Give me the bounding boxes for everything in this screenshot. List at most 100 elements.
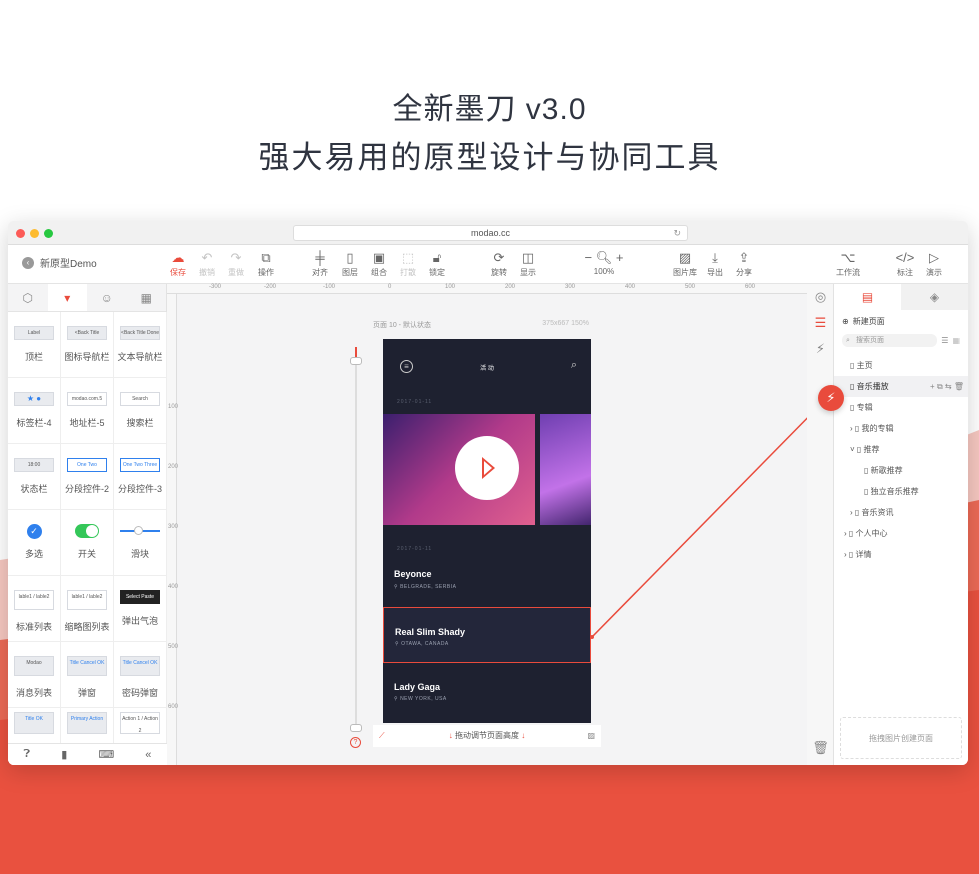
grid-view-icon[interactable]: ▦ (952, 336, 960, 345)
widget-dialog[interactable]: Title Cancel OK 弹窗 (61, 642, 114, 708)
trash-icon[interactable]: 🗑︎ (807, 735, 834, 761)
help-icon[interactable]: ❓︎ (24, 748, 31, 761)
widget-tabbar[interactable]: ★ ● 标签栏-4 (8, 378, 61, 444)
sliders-icon[interactable]: ☰ (807, 310, 834, 336)
tree-item[interactable]: ▯ 新歌推荐 (834, 460, 968, 481)
close-dot[interactable] (16, 229, 25, 238)
event-artist: Lady Gaga (394, 682, 441, 692)
zoom-control[interactable]: − 🔍︎ + 100% (576, 249, 632, 276)
widget-checkbox[interactable]: ✓ 多选 (8, 510, 61, 576)
tab-layout[interactable]: ▦ (127, 284, 167, 311)
swap-icon[interactable]: ⇆ (945, 382, 952, 391)
tree-item-selected[interactable]: ▯ 音乐播放 + ⧉ ⇆ 🗑︎ (834, 376, 968, 397)
phone-search-icon[interactable]: ⌕ (571, 359, 577, 372)
duplicate-icon[interactable]: ⧉ (937, 382, 943, 391)
tree-item[interactable]: ▯ 专辑 (834, 397, 968, 418)
maximize-dot[interactable] (44, 229, 53, 238)
image-icon[interactable]: ▨ (587, 725, 595, 747)
slider-handle-bottom[interactable] (350, 724, 362, 732)
widget-standard-list[interactable]: lable1 / lable2 标准列表 (8, 576, 61, 642)
rotate-button[interactable]: ⟳ 旋转 (484, 249, 514, 278)
widget-searchbar[interactable]: Search 搜索栏 (114, 378, 167, 444)
widget-segment-3[interactable]: One Two Three 分段控件-3 (114, 444, 167, 510)
book-icon[interactable]: ▮ (61, 748, 67, 761)
event-item[interactable]: Beyonce ⚲ BELGRADE, SERBIA (383, 552, 591, 606)
tab-basic[interactable]: ⬡ (8, 284, 48, 311)
collapse-icon[interactable]: « (145, 749, 151, 761)
tab-pages[interactable]: ▤ (834, 284, 901, 310)
canvas-area[interactable]: -300 -200 -100 0 100 200 300 400 500 600… (167, 284, 807, 765)
chevron-down-icon[interactable]: ˅ (850, 445, 857, 454)
zoom-in-icon[interactable]: + (616, 250, 624, 265)
tree-item[interactable]: ▯ 主页 (834, 355, 968, 376)
layers-button[interactable]: ▯ 图层 (335, 249, 365, 278)
widget-statusbar[interactable]: 18:00 状态栏 (8, 444, 61, 510)
widget-topbar[interactable]: Label 顶栏 (8, 312, 61, 378)
workflow-button[interactable]: ⌥ 工作流 (833, 249, 863, 278)
widget-popover[interactable]: Select Paste 弹出气泡 (114, 576, 167, 642)
ungroup-icon: ⬚ (401, 250, 415, 265)
delete-icon[interactable]: 🗑︎ (954, 382, 964, 391)
tree-item[interactable]: › ▯ 个人中心 (834, 523, 968, 544)
widget-label: 滑块 (130, 549, 149, 559)
redo-button[interactable]: ↷ 重做 (221, 249, 251, 278)
lightning-icon[interactable]: ⚡︎ (807, 336, 834, 362)
refresh-icon[interactable]: ↻ (673, 226, 681, 240)
search-input[interactable]: ⌕ 搜索页面 (842, 333, 938, 347)
operate-button[interactable]: ⧉ 操作 (251, 249, 281, 278)
export-button[interactable]: ⤓ 导出 (700, 249, 730, 278)
page-icon: ▯ (854, 424, 862, 433)
image-drop-zone[interactable]: 拖拽图片创建页面 (840, 717, 962, 759)
ungroup-button[interactable]: ⬚ 打散 (393, 249, 423, 278)
widget-icon-navbar[interactable]: <Back Title 图标导航栏 (61, 312, 114, 378)
undo-button[interactable]: ↶ 撤销 (192, 249, 222, 278)
widget-text-navbar[interactable]: <Back Title Done 文本导航栏 (114, 312, 167, 378)
tab-emoji[interactable]: ☺ (87, 284, 127, 311)
add-icon[interactable]: + (930, 382, 935, 391)
phone-screen[interactable]: ≡ 活 动 ⌕ 2017-01-11 2017-01-11 Beyonce ⚲ … (383, 339, 591, 723)
widget-switch[interactable]: 开关 (61, 510, 114, 576)
tree-item[interactable]: › ▯ 我的专辑 (834, 418, 968, 439)
widget-slider[interactable]: 滑块 (114, 510, 167, 576)
widget-addressbar[interactable]: modao.com.5 地址栏-5 (61, 378, 114, 444)
help-circle-icon[interactable]: ? (350, 737, 361, 748)
list-view-icon[interactable]: ☰ (941, 336, 948, 345)
target-icon[interactable]: ◎ (807, 284, 834, 310)
tree-item[interactable]: › ▯ 音乐资讯 (834, 502, 968, 523)
image-library-button[interactable]: ▨ 图片库 (670, 249, 700, 278)
tree-item[interactable]: ▯ 独立音乐推荐 (834, 481, 968, 502)
tab-ios[interactable]: ▾ (47, 284, 87, 311)
widget-thumb: <Back Title Done (120, 326, 160, 340)
play-button[interactable] (455, 436, 519, 500)
back-icon[interactable]: ‹ (22, 256, 34, 269)
event-item-selected[interactable]: Real Slim Shady ⚲ OTAWA, CANADA (383, 607, 591, 663)
new-page-button[interactable]: ⊕ 新建页面 (834, 310, 968, 333)
tab-layers[interactable]: ◈ (901, 284, 968, 310)
tree-item[interactable]: ˅ ▯ 推荐 (834, 439, 968, 460)
group-button[interactable]: ▣ 组合 (364, 249, 394, 278)
concert-image-2[interactable] (540, 414, 591, 525)
annotation-button[interactable]: </> 标注 (890, 249, 920, 278)
widget-password-dialog[interactable]: Title Cancel OK 密码弹窗 (114, 642, 167, 708)
align-button[interactable]: ╪ 对齐 (305, 249, 335, 278)
slash-icon[interactable]: ⟋ (379, 725, 385, 747)
keyboard-icon[interactable]: ⌨ (98, 748, 114, 761)
concert-image[interactable] (383, 414, 535, 525)
tree-item[interactable]: › ▯ 详情 (834, 544, 968, 565)
zoom-out-icon[interactable]: − (585, 250, 593, 265)
minimize-dot[interactable] (30, 229, 39, 238)
widget-segment-2[interactable]: One Two 分段控件-2 (61, 444, 114, 510)
save-button[interactable]: ☁ 保存 (163, 249, 193, 278)
widget-label: 弹出气泡 (121, 616, 158, 626)
url-bar[interactable]: modao.cc ↻ (293, 225, 688, 241)
widget-message-list[interactable]: Modao 消息列表 (8, 642, 61, 708)
event-item[interactable]: Lady Gaga ⚲ NEW YORK, USA (383, 664, 591, 720)
preview-button[interactable]: ▷ 演示 (919, 249, 949, 278)
slider-handle-top[interactable] (350, 357, 362, 365)
interaction-lightning-icon[interactable]: ⚡︎ (818, 385, 844, 411)
widget-thumb-list[interactable]: lable1 / lable2 缩略图列表 (61, 576, 114, 642)
lock-button[interactable]: 🔓︎ 锁定 (422, 249, 452, 278)
display-button[interactable]: ◫ 显示 (513, 249, 543, 278)
resize-hint[interactable]: 拖动调节页面高度 (455, 731, 519, 740)
share-button[interactable]: ⇪ 分享 (729, 249, 759, 278)
